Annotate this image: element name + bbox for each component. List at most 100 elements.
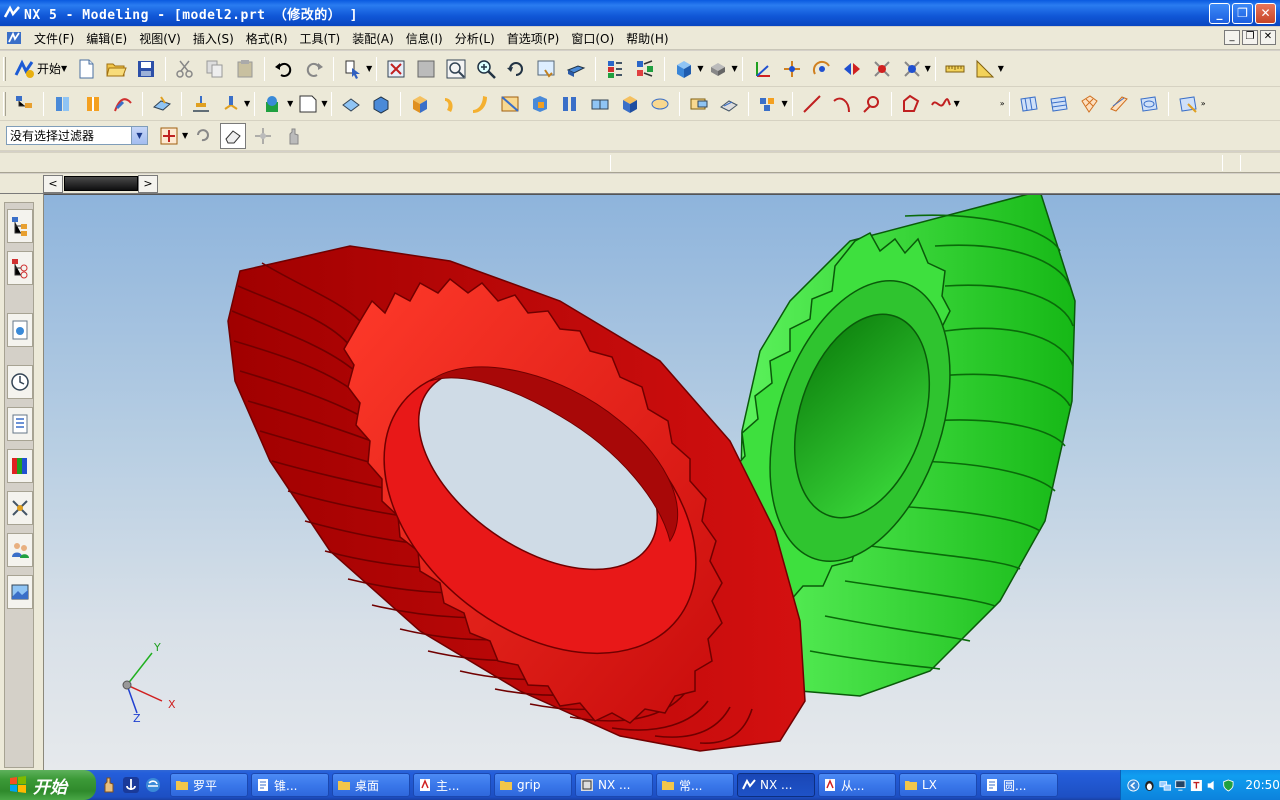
snap-point-button[interactable] [250, 123, 276, 149]
chevron-down-icon[interactable]: ▼ [321, 99, 327, 108]
roles-tab[interactable] [7, 533, 33, 567]
wcs-save-button[interactable] [869, 56, 895, 82]
toolbar-grip[interactable] [3, 56, 6, 81]
surface-tools-button[interactable] [1175, 91, 1201, 117]
minimize-button[interactable]: _ [1209, 3, 1230, 24]
boss-button[interactable] [557, 91, 583, 117]
zoom-button[interactable] [473, 56, 499, 82]
clock[interactable]: 20:50 [1245, 778, 1280, 792]
circle-button[interactable] [859, 91, 885, 117]
menu-tools[interactable]: 工具(T) [294, 30, 347, 47]
taskbar-item-1[interactable]: 锥... [251, 773, 329, 797]
chevron-down-icon[interactable]: ▼ [998, 64, 1004, 73]
part-navigator-tab[interactable] [7, 251, 33, 285]
palette-tab[interactable] [7, 449, 33, 483]
taskbar-item-5[interactable]: NX ... [575, 773, 653, 797]
through-mesh-button[interactable] [1076, 91, 1102, 117]
unite-button[interactable] [338, 91, 364, 117]
menu-edit[interactable]: 编辑(E) [80, 30, 133, 47]
maximize-button[interactable]: ❐ [1232, 3, 1253, 24]
background-button[interactable] [705, 56, 731, 82]
type-filter-select[interactable]: 没有选择过滤器 ▼ [6, 126, 148, 145]
chevron-double-right-icon[interactable]: » [1000, 99, 1005, 108]
copy-button[interactable] [202, 56, 228, 82]
menu-window[interactable]: 窗口(O) [565, 30, 620, 47]
wcs-dynamics-button[interactable] [899, 56, 925, 82]
subtract-button[interactable] [368, 91, 394, 117]
menu-file[interactable]: 文件(F) [28, 30, 80, 47]
tab-prev-button[interactable]: < [43, 175, 63, 193]
taskbar-item-0[interactable]: 罗平 [170, 773, 248, 797]
ruled-button[interactable] [1046, 91, 1072, 117]
web-browser-tab[interactable] [7, 313, 33, 347]
select-options-button[interactable] [340, 56, 366, 82]
input-method-icon[interactable] [1190, 778, 1203, 793]
thread-button[interactable] [716, 91, 742, 117]
chevron-down-icon[interactable]: ▼ [287, 99, 293, 108]
pad-button[interactable] [617, 91, 643, 117]
menu-insert[interactable]: 插入(S) [187, 30, 240, 47]
spline-button[interactable] [928, 91, 954, 117]
menu-information[interactable]: 信息(I) [400, 30, 449, 47]
redo-button[interactable] [301, 56, 327, 82]
pan-button[interactable] [533, 56, 559, 82]
assembly-navigator-button[interactable] [602, 56, 628, 82]
system-scenes-tab[interactable] [7, 575, 33, 609]
open-file-button[interactable] [103, 56, 129, 82]
through-curves-button[interactable] [1016, 91, 1042, 117]
tab-model2[interactable] [64, 176, 138, 191]
close-button[interactable]: ✕ [1255, 3, 1276, 24]
quicklaunch-anchor-icon[interactable] [122, 776, 140, 794]
extrude-button[interactable] [50, 91, 76, 117]
zoom-window-button[interactable] [413, 56, 439, 82]
taskbar-item-7[interactable]: NX ... [737, 773, 815, 797]
revolve-button[interactable] [80, 91, 106, 117]
chevron-down-icon[interactable]: ▼ [244, 99, 250, 108]
taskbar-item-4[interactable]: grip [494, 773, 572, 797]
new-file-button[interactable] [73, 56, 99, 82]
quick-pick-button[interactable] [220, 122, 247, 149]
swept-surface-button[interactable] [1106, 91, 1132, 117]
wcs-origin-button[interactable] [779, 56, 805, 82]
save-button[interactable] [133, 56, 159, 82]
chevron-down-icon[interactable]: ▼ [366, 64, 372, 73]
quicklaunch-ie-icon[interactable] [144, 776, 162, 794]
pocket-button[interactable] [587, 91, 613, 117]
sweep-button[interactable] [110, 91, 136, 117]
red-ring-gear[interactable] [227, 245, 806, 752]
tab-next-button[interactable]: > [138, 175, 158, 193]
doc-close-button[interactable]: ✕ [1260, 30, 1276, 45]
chevron-down-icon[interactable]: ▼ [182, 131, 188, 140]
orient-view-button[interactable] [563, 56, 589, 82]
cylinder-button[interactable] [437, 91, 463, 117]
layer-settings-button[interactable] [632, 56, 658, 82]
hole-button[interactable] [527, 91, 553, 117]
menu-view[interactable]: 视图(V) [133, 30, 187, 47]
groove-button[interactable] [686, 91, 712, 117]
doc-restore-button[interactable]: ❐ [1242, 30, 1258, 45]
wcs-display-button[interactable] [839, 56, 865, 82]
menu-analysis[interactable]: 分析(L) [449, 30, 501, 47]
taskbar-item-3[interactable]: 主... [413, 773, 491, 797]
polygon-button[interactable] [898, 91, 924, 117]
chevron-double-right-icon[interactable]: » [1201, 99, 1206, 108]
toolbar-grip[interactable] [3, 91, 6, 116]
gear-model[interactable] [44, 195, 1280, 770]
block-button[interactable] [407, 91, 433, 117]
wcs-button[interactable] [749, 56, 775, 82]
graphics-window[interactable]: Y X Z [44, 194, 1280, 770]
wcs-rotate-button[interactable] [809, 56, 835, 82]
windows-start-button[interactable]: 开始 [0, 770, 96, 800]
taskbar-item-9[interactable]: LX [899, 773, 977, 797]
datum-csys-button[interactable] [218, 91, 244, 117]
sketch-plane-button[interactable] [295, 91, 321, 117]
volume-icon[interactable] [1206, 778, 1219, 793]
fit-view-button[interactable] [383, 56, 409, 82]
offset-surface-button[interactable] [1136, 91, 1162, 117]
menu-format[interactable]: 格式(R) [240, 30, 294, 47]
start-button[interactable]: 开始 ▼ [9, 56, 71, 82]
taskbar-item-2[interactable]: 桌面 [332, 773, 410, 797]
quicklaunch-hand-icon[interactable] [100, 776, 118, 794]
reuse-library-tab[interactable] [7, 407, 33, 441]
doc-minimize-button[interactable]: _ [1224, 30, 1240, 45]
